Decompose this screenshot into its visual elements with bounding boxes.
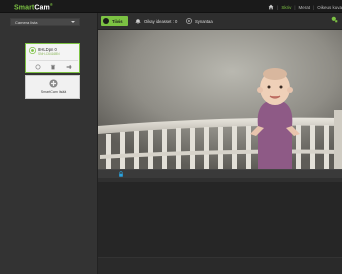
top-header: SmartCam® | Skriv | Merat | Oikeus kuva — [0, 0, 342, 13]
add-smartcam-button[interactable]: SmartCam lisää — [25, 75, 80, 99]
add-circle-icon — [49, 79, 58, 88]
logo-mark: ® — [49, 2, 53, 7]
app-page: SmartCam® | Skriv | Merat | Oikeus kuva … — [0, 0, 342, 274]
lower-band — [98, 257, 342, 274]
logo-primary-text: Smart — [14, 4, 35, 12]
video-toolbar: Tiivis Oikay ideasset : 0 Synantaa — [98, 13, 342, 30]
settings-icon[interactable] — [66, 64, 72, 70]
nav-item-2[interactable]: Merat — [299, 5, 311, 10]
chevron-down-icon — [71, 21, 75, 23]
camera-model: SNH-C6416BN — [38, 52, 60, 56]
card-divider — [29, 60, 78, 61]
camera-status-icon — [29, 47, 36, 54]
dropdown-value: Camera lista — [15, 20, 38, 25]
camera-card[interactable]: 8HLDpn 0 SNH-C6416BN — [25, 43, 80, 73]
logo-secondary-text: Cam — [34, 4, 50, 12]
nav-item-3[interactable]: Oikeus kuva — [317, 5, 342, 10]
bell-icon — [135, 19, 141, 24]
live-button[interactable]: Tiivis — [101, 16, 128, 26]
live-label: Tiivis — [112, 18, 123, 24]
nav-separator: | — [313, 4, 315, 10]
logo[interactable]: SmartCam® — [14, 2, 53, 11]
nav-item-1[interactable]: Skriv — [281, 5, 291, 10]
play-circle-icon — [186, 18, 192, 24]
playback-label: Synantaa — [195, 18, 213, 24]
playback-button[interactable]: Synantaa — [186, 17, 213, 25]
nav-separator: | — [294, 4, 296, 10]
lock-icon[interactable] — [118, 171, 124, 177]
event-history-label: Oikay ideasset : 0 — [144, 18, 178, 24]
camera-list-dropdown[interactable]: Camera lista — [10, 18, 80, 26]
camera-icon[interactable] — [35, 64, 41, 70]
lower-panel — [98, 182, 342, 274]
nav-separator: | — [277, 4, 279, 10]
event-history-button[interactable]: Oikay ideasset : 0 — [135, 17, 177, 25]
live-video-feed[interactable] — [98, 30, 342, 169]
home-icon[interactable] — [268, 4, 274, 10]
sidebar: Camera lista 8HLDpn 0 SNH-C6416BN SmartC… — [0, 13, 98, 274]
refresh-icon[interactable] — [331, 16, 338, 23]
top-nav: | Skriv | Merat | Oikeus kuva — [268, 3, 342, 11]
video-control-bar — [98, 169, 342, 178]
delete-icon[interactable] — [50, 64, 56, 70]
live-dot-icon — [103, 18, 109, 24]
add-smartcam-label: SmartCam lisää — [40, 90, 67, 94]
video-frame-image — [98, 30, 342, 169]
